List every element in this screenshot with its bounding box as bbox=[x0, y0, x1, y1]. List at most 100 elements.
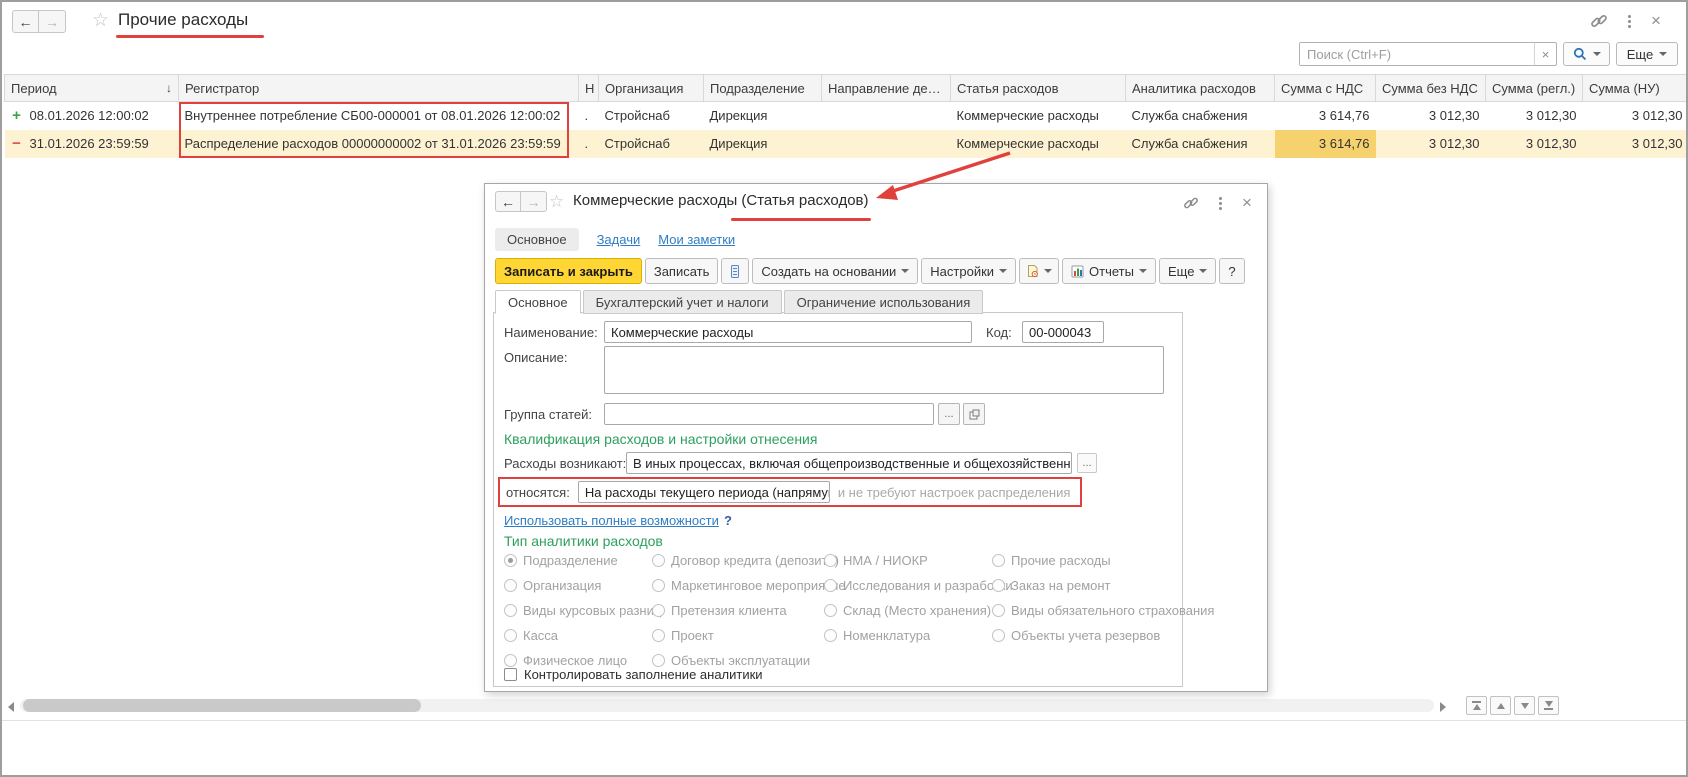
nav-notes-link[interactable]: Мои заметки bbox=[658, 232, 735, 247]
description-label: Описание: bbox=[504, 350, 567, 365]
group-choose-button[interactable]: ... bbox=[938, 403, 960, 425]
get-link-icon[interactable] bbox=[1590, 12, 1608, 30]
attachments-button[interactable] bbox=[1019, 258, 1059, 284]
radio-label: Прочие расходы bbox=[1011, 553, 1111, 568]
dialog-forward-button[interactable]: → bbox=[521, 191, 547, 212]
save-button[interactable]: Записать bbox=[645, 258, 719, 284]
forward-arrow-icon: → bbox=[45, 14, 59, 30]
forward-button[interactable]: → bbox=[39, 10, 66, 33]
column-header-registrar[interactable]: Регистратор bbox=[179, 75, 579, 102]
favorite-star-icon[interactable]: ☆ bbox=[92, 11, 109, 30]
more-caret-icon bbox=[1659, 52, 1667, 56]
go-next-icon bbox=[1521, 703, 1529, 709]
settings-button[interactable]: Настройки bbox=[921, 258, 1016, 284]
analytics-radio-option: Виды курсовых разниц bbox=[504, 603, 650, 618]
help-button[interactable]: ? bbox=[1219, 258, 1244, 284]
more-menu-icon[interactable] bbox=[1624, 14, 1635, 29]
column-header-division[interactable]: Подразделение bbox=[704, 75, 822, 102]
dialog-title: Коммерческие расходы (Статья расходов) bbox=[573, 192, 869, 209]
nav-tasks-link[interactable]: Задачи bbox=[597, 232, 641, 247]
scroll-left-icon[interactable] bbox=[8, 700, 14, 715]
registrar-value[interactable]: Внутреннее потребление СБ00-000001 от 08… bbox=[179, 102, 579, 130]
back-button[interactable]: ← bbox=[12, 10, 39, 33]
page-title: Прочие расходы bbox=[118, 10, 248, 30]
column-header-direction[interactable]: Направление де… bbox=[822, 75, 951, 102]
column-header-amount-vat[interactable]: Сумма с НДС bbox=[1275, 75, 1376, 102]
analytics-radio-option: Заказ на ремонт bbox=[992, 578, 1186, 593]
dialog-more-menu-icon[interactable] bbox=[1215, 196, 1226, 211]
analytics-radio-option: Касса bbox=[504, 628, 650, 643]
analytics-radio-option: Физическое лицо bbox=[504, 653, 650, 668]
go-previous-button[interactable] bbox=[1490, 696, 1511, 715]
checkbox-icon[interactable] bbox=[504, 668, 517, 681]
full-features-link[interactable]: Использовать полные возможности bbox=[504, 513, 719, 528]
relate-field[interactable]: На расходы текущего периода (напрямую) bbox=[578, 481, 830, 503]
table-row[interactable]: + 08.01.2026 12:00:02 Внутреннее потребл… bbox=[5, 102, 1688, 130]
arise-field[interactable]: В иных процессах, включая общепроизводст… bbox=[626, 452, 1072, 474]
tab-main[interactable]: Основное bbox=[495, 290, 581, 314]
column-header-amount-no-vat[interactable]: Сумма без НДС bbox=[1376, 75, 1486, 102]
app-window: ← → ☆ Прочие расходы × × Еще bbox=[0, 0, 1688, 777]
horizontal-scrollbar[interactable] bbox=[20, 699, 1434, 712]
sort-descending-icon: ↓ bbox=[166, 81, 172, 95]
radio-label: Объекты учета резервов bbox=[1011, 628, 1160, 643]
forward-arrow-icon: → bbox=[527, 194, 541, 210]
related-documents-button[interactable] bbox=[721, 258, 749, 284]
dialog-favorite-star-icon[interactable]: ☆ bbox=[549, 193, 564, 210]
radio-label: Подразделение bbox=[523, 553, 618, 568]
analytics-radio-option: Подразделение bbox=[504, 553, 650, 568]
scroll-right-icon[interactable] bbox=[1440, 700, 1446, 715]
group-open-button[interactable] bbox=[963, 403, 985, 425]
analytics-radio-option: Прочие расходы bbox=[992, 553, 1186, 568]
create-based-button[interactable]: Создать на основании bbox=[752, 258, 918, 284]
nav-main[interactable]: Основное bbox=[495, 228, 579, 251]
tab-accounting[interactable]: Бухгалтерский учет и налоги bbox=[583, 290, 782, 314]
registrar-value[interactable]: Распределение расходов 00000000002 от 31… bbox=[179, 130, 579, 158]
close-window-icon[interactable]: × bbox=[1651, 14, 1661, 28]
relate-annotation-box: относятся: На расходы текущего периода (… bbox=[498, 477, 1082, 507]
column-header-period[interactable]: Период ↓ bbox=[5, 75, 179, 102]
go-last-button[interactable] bbox=[1538, 696, 1559, 715]
analytics-radio-option: Организация bbox=[504, 578, 650, 593]
description-textarea[interactable] bbox=[604, 346, 1164, 394]
radio-icon bbox=[652, 604, 665, 617]
period-value: 31.01.2026 23:59:59 bbox=[30, 136, 149, 151]
analytics-radio-option: Виды обязательного страхования bbox=[992, 603, 1186, 618]
name-input[interactable] bbox=[604, 321, 972, 343]
column-header-expense-item[interactable]: Статья расходов bbox=[951, 75, 1126, 102]
column-header-amount-nu[interactable]: Сумма (НУ) bbox=[1583, 75, 1688, 102]
search-clear-icon[interactable]: × bbox=[1534, 43, 1556, 65]
dialog-back-button[interactable]: ← bbox=[495, 191, 521, 212]
save-close-button[interactable]: Записать и закрыть bbox=[495, 258, 642, 284]
dialog-close-icon[interactable]: × bbox=[1242, 196, 1252, 210]
analytics-radio-option: Маркетинговое мероприятие bbox=[652, 578, 822, 593]
radio-label: Номенклатура bbox=[843, 628, 930, 643]
checkbox-label: Контролировать заполнение аналитики bbox=[524, 667, 763, 682]
control-analytics-checkbox-row[interactable]: Контролировать заполнение аналитики bbox=[504, 667, 763, 682]
group-input[interactable] bbox=[604, 403, 934, 425]
reports-button[interactable]: Отчеты bbox=[1062, 258, 1156, 284]
column-header-n[interactable]: Н bbox=[579, 75, 599, 102]
table-row-selected[interactable]: − 31.01.2026 23:59:59 Распределение расх… bbox=[5, 130, 1688, 158]
selected-cell[interactable]: 3 614,76 bbox=[1275, 130, 1376, 158]
arise-choose-button[interactable]: ... bbox=[1077, 453, 1097, 473]
full-features-help-icon[interactable]: ? bbox=[724, 513, 732, 528]
radio-icon bbox=[824, 554, 837, 567]
radio-icon bbox=[992, 579, 1005, 592]
column-header-organization[interactable]: Организация bbox=[599, 75, 704, 102]
scrollbar-thumb[interactable] bbox=[23, 699, 421, 712]
column-header-amount-regl[interactable]: Сумма (регл.) bbox=[1486, 75, 1583, 102]
record-nav-buttons bbox=[1466, 696, 1559, 715]
list-more-button[interactable]: Еще bbox=[1616, 42, 1678, 66]
go-first-button[interactable] bbox=[1466, 696, 1487, 715]
search-button[interactable] bbox=[1563, 42, 1610, 66]
dialog-get-link-icon[interactable] bbox=[1183, 195, 1199, 211]
window-controls: × bbox=[1590, 12, 1661, 30]
column-header-expense-analytics[interactable]: Аналитика расходов bbox=[1126, 75, 1275, 102]
tab-usage-restriction[interactable]: Ограничение использования bbox=[784, 290, 984, 314]
code-input[interactable] bbox=[1022, 321, 1104, 343]
go-next-button[interactable] bbox=[1514, 696, 1535, 715]
dialog-controls: × bbox=[1183, 195, 1252, 211]
dialog-more-button[interactable]: Еще bbox=[1159, 258, 1216, 284]
search-input[interactable] bbox=[1300, 43, 1534, 65]
